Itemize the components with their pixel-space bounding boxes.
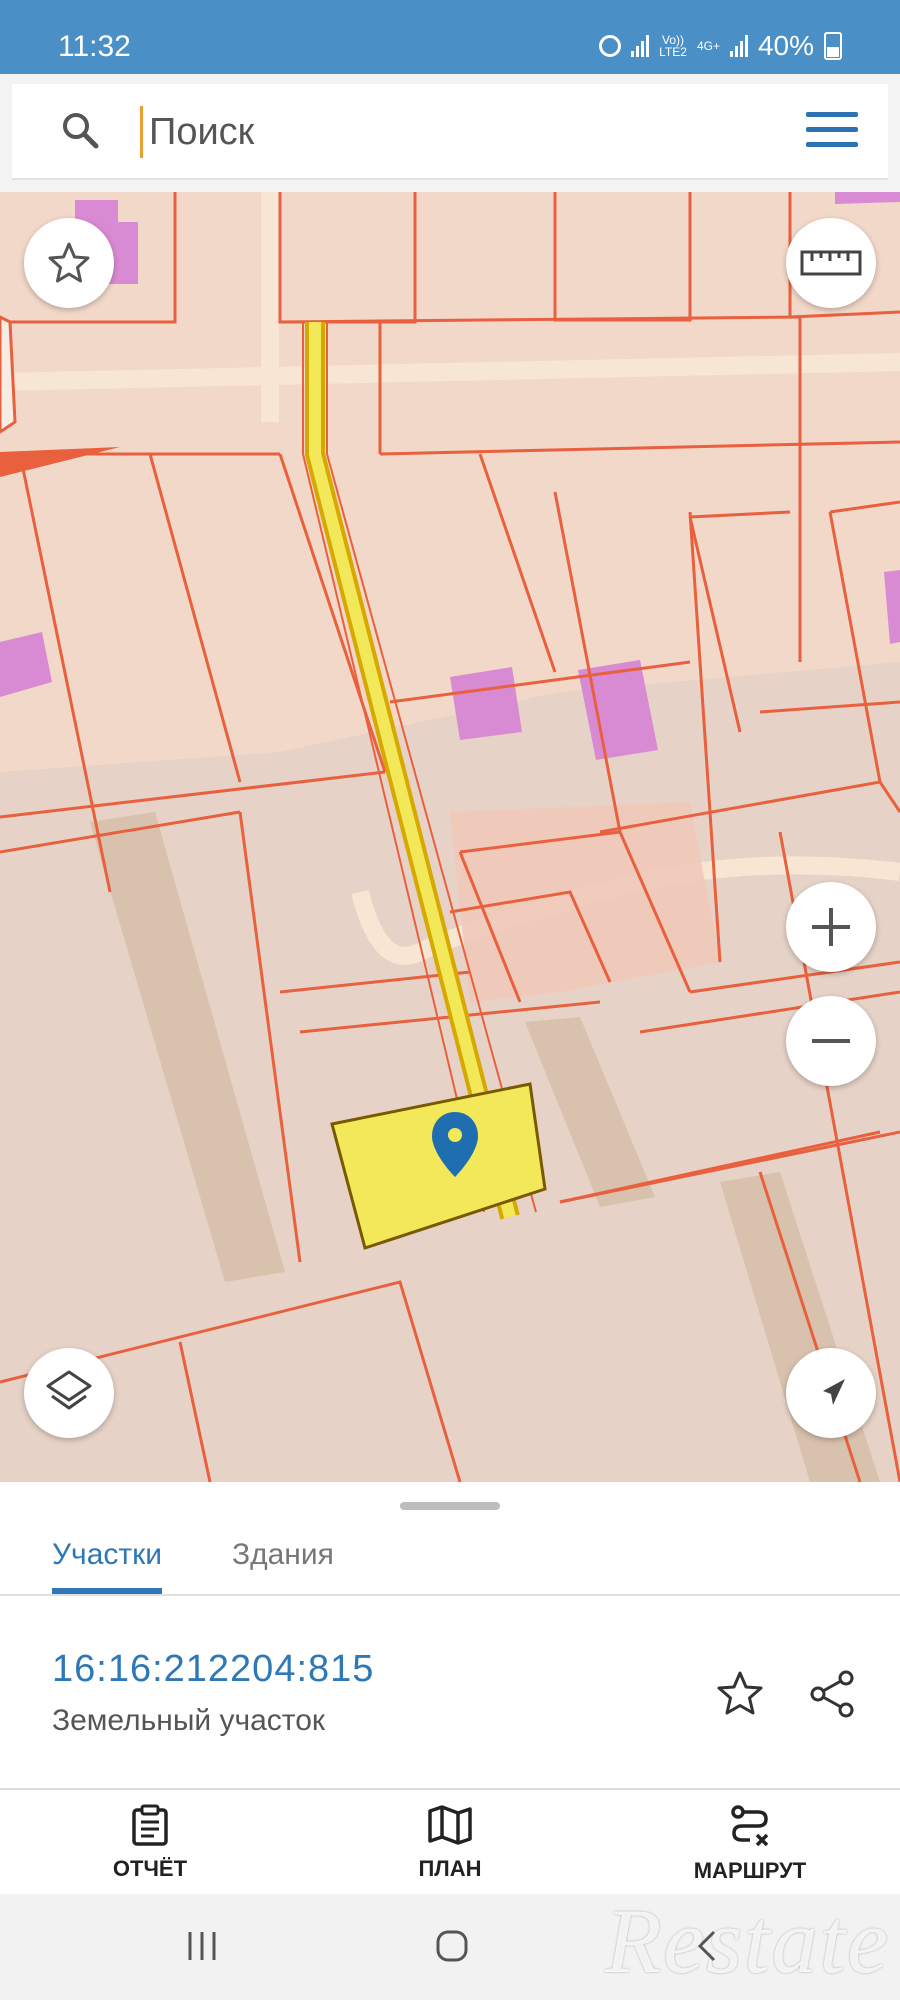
nav-report-label: ОТЧЁТ — [112, 1856, 188, 1881]
signal-icon — [631, 35, 650, 57]
network-label: Vo)) LTE2 — [659, 33, 687, 59]
bottom-nav: ОТЧЁТ ПЛАН МАРШРУТ — [0, 1788, 900, 1894]
sheet-handle[interactable] — [400, 1502, 500, 1510]
parcel-type: Земельный участок — [52, 1704, 326, 1737]
watermark-logo: Restate — [605, 1890, 890, 1992]
share-icon[interactable] — [806, 1668, 858, 1720]
zoom-out-button[interactable] — [786, 996, 876, 1086]
locate-button[interactable] — [786, 1348, 876, 1438]
minus-icon — [812, 1039, 850, 1043]
signal-icon-2 — [729, 35, 748, 57]
nav-plan-label: ПЛАН — [418, 1856, 482, 1881]
search-box — [12, 84, 888, 180]
parcel-number[interactable]: 16:16:212204:815 — [52, 1648, 374, 1691]
report-icon — [132, 1804, 168, 1846]
search-bar — [0, 74, 900, 192]
ruler-icon — [800, 250, 862, 276]
search-input[interactable] — [140, 106, 671, 158]
tab-bar: Участки Здания — [0, 1518, 900, 1596]
navigation-arrow-icon — [823, 1379, 845, 1405]
map-plan-icon — [428, 1805, 472, 1845]
recents-icon[interactable] — [184, 1928, 220, 1964]
home-icon[interactable] — [434, 1928, 470, 1964]
route-icon — [731, 1805, 769, 1847]
net-type-label: 4G+ — [696, 39, 720, 53]
cadastral-map[interactable] — [0, 192, 900, 1482]
layers-icon — [46, 1370, 92, 1410]
status-indicators: Vo)) LTE2 4G+ 40% — [599, 30, 842, 62]
battery-icon — [824, 32, 842, 60]
zoom-in-button[interactable] — [786, 882, 876, 972]
nav-plan[interactable]: ПЛАН — [360, 1804, 540, 1882]
status-time: 11:32 — [58, 30, 131, 63]
tab-parcels[interactable]: Участки — [52, 1538, 162, 1594]
status-bar: 11:32 Vo)) LTE2 4G+ 40% — [0, 0, 900, 74]
alarm-icon — [599, 35, 622, 57]
star-icon — [48, 242, 90, 283]
nav-route-label: МАРШРУТ — [693, 1858, 807, 1883]
battery-percent: 40% — [757, 30, 814, 61]
plus-icon — [812, 908, 850, 946]
nav-report[interactable]: ОТЧЁТ — [60, 1804, 240, 1882]
favorite-star-icon[interactable] — [714, 1668, 766, 1720]
tab-buildings[interactable]: Здания — [232, 1538, 334, 1572]
search-icon[interactable] — [60, 110, 100, 150]
layers-button[interactable] — [24, 1348, 114, 1438]
ruler-button[interactable] — [786, 218, 876, 308]
favorites-button[interactable] — [24, 218, 114, 308]
menu-icon[interactable] — [806, 112, 858, 150]
bottom-sheet: Участки Здания 16:16:212204:815 Земельны… — [0, 1482, 900, 1788]
map-view[interactable] — [0, 192, 900, 1482]
nav-route[interactable]: МАРШРУТ — [660, 1804, 840, 1884]
